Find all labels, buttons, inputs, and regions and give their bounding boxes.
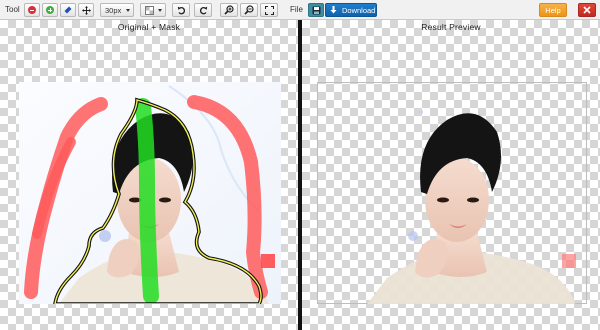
add-tool-button[interactable] <box>42 3 58 17</box>
chevron-down-icon <box>158 9 162 12</box>
undo-button[interactable] <box>172 3 190 17</box>
eraser-tool-button[interactable] <box>60 3 76 17</box>
color-swatch-icon <box>145 5 154 15</box>
remove-icon <box>28 6 36 14</box>
download-button[interactable]: Download <box>325 3 377 17</box>
zoom-in-icon <box>224 5 234 15</box>
flower-decor <box>99 230 111 242</box>
redo-button[interactable] <box>194 3 212 17</box>
brush-size-dropdown[interactable]: 30px <box>100 3 134 17</box>
fullscreen-button[interactable] <box>260 3 278 17</box>
fullscreen-icon <box>264 5 274 15</box>
mask-stroke-background-square <box>261 254 275 268</box>
mask-stroke-foreground <box>135 98 159 304</box>
result-speck <box>419 110 423 114</box>
result-eye-left <box>437 197 449 203</box>
toolbar: Tool 30px File Download Help <box>0 0 600 20</box>
move-tool-button[interactable] <box>78 3 94 17</box>
redo-icon <box>199 6 207 14</box>
chevron-down-icon <box>126 9 130 12</box>
help-button[interactable]: Help <box>539 3 567 17</box>
save-icon <box>312 6 320 14</box>
brush-size-value: 30px <box>105 5 122 15</box>
result-canvas <box>317 82 587 304</box>
zoom-out-button[interactable] <box>240 3 258 17</box>
result-preview-pane: Result Preview <box>302 20 600 330</box>
undo-icon <box>177 6 185 14</box>
close-button[interactable] <box>578 3 596 17</box>
remove-tool-button[interactable] <box>24 3 40 17</box>
zoom-out-icon <box>244 5 254 15</box>
file-label: File <box>290 5 303 14</box>
help-label: Help <box>545 5 561 15</box>
result-flower-decor <box>408 231 418 241</box>
tool-label: Tool <box>5 5 20 14</box>
move-icon <box>81 5 91 15</box>
original-mask-pane[interactable]: Original + Mask <box>0 20 298 330</box>
download-icon <box>330 6 337 14</box>
pane-title-original: Original + Mask <box>117 22 181 32</box>
download-label: Download <box>342 5 376 15</box>
add-icon <box>46 6 54 14</box>
result-eye-right <box>467 197 479 203</box>
result-residual-square <box>562 254 576 268</box>
pane-title-result: Result Preview <box>421 22 481 32</box>
mask-canvas[interactable] <box>19 82 281 304</box>
eraser-icon <box>64 6 72 14</box>
zoom-in-button[interactable] <box>220 3 238 17</box>
save-button[interactable] <box>308 3 324 17</box>
close-icon <box>583 6 591 14</box>
eye-right <box>159 197 171 203</box>
color-dropdown[interactable] <box>140 3 166 17</box>
